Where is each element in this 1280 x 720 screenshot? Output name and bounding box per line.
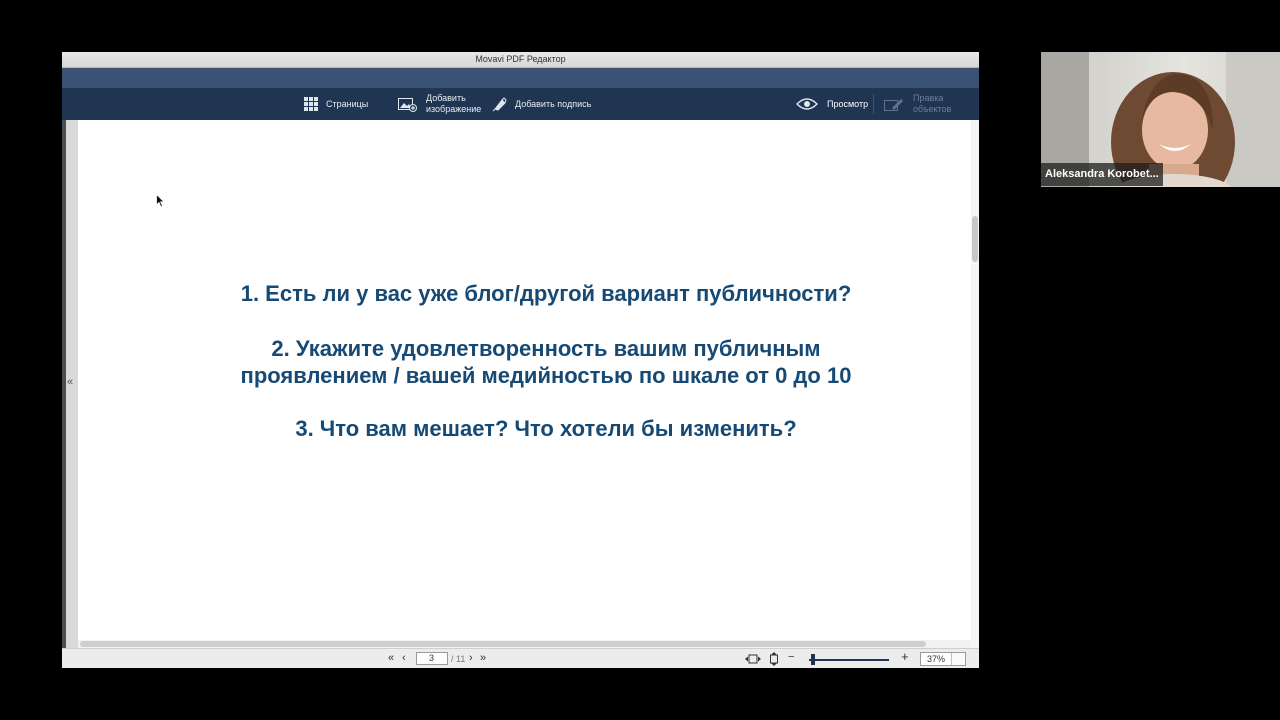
question-2-line-1: 2. Укажите удовлетворенность вашим публи… — [271, 336, 821, 361]
pdf-editor-window: Movavi PDF Редактор Страницы Добавить из… — [62, 52, 979, 668]
prev-page-button[interactable]: ‹ — [402, 652, 406, 664]
add-signature-label: Добавить подпись — [515, 99, 592, 109]
collapse-panel-icon[interactable]: « — [67, 376, 73, 388]
window-title: Movavi PDF Редактор — [475, 54, 566, 64]
zoom-slider-handle[interactable] — [811, 654, 815, 665]
fit-width-icon[interactable] — [745, 654, 761, 664]
view-mode-button[interactable]: Просмотр — [796, 88, 868, 120]
cursor-icon — [156, 194, 165, 208]
fit-page-icon[interactable] — [769, 652, 779, 666]
zoom-out-button[interactable]: − — [788, 651, 794, 663]
page-number-input[interactable]: 3 — [416, 652, 448, 665]
question-2-line-2: проявлением / вашей медийностью по шкале… — [240, 363, 852, 388]
view-mode-label: Просмотр — [827, 99, 869, 109]
question-3: 3. Что вам мешает? Что хотели бы изменит… — [295, 416, 797, 441]
add-image-button[interactable]: Добавить изображение — [398, 88, 481, 120]
total-pages: / 11 — [451, 654, 466, 664]
first-page-button[interactable]: « — [388, 652, 394, 664]
zoom-in-button[interactable]: + — [901, 650, 909, 663]
zoom-dropdown-button[interactable] — [951, 653, 965, 665]
grid-icon — [304, 97, 318, 111]
participant-video-tile: Aleksandra Korobet... — [1041, 52, 1280, 187]
edit-objects-icon — [884, 98, 903, 111]
edit-objects-label: Правка объектов — [913, 93, 952, 114]
add-signature-button[interactable]: Добавить подпись — [492, 88, 591, 120]
zoom-slider[interactable] — [809, 659, 889, 661]
title-bar: Movavi PDF Редактор — [62, 52, 979, 68]
pen-icon — [492, 96, 507, 111]
toolbar: Страницы Добавить изображение Добавить п… — [62, 88, 979, 120]
participant-name: Aleksandra Korobet... — [1041, 163, 1163, 186]
vertical-scrollbar[interactable] — [971, 120, 979, 648]
status-bar: « ‹ 3 / 11 › » − + 37% — [62, 648, 979, 668]
eye-icon — [796, 98, 818, 110]
top-strip — [62, 68, 979, 88]
add-image-label: Добавить изображение — [426, 93, 482, 114]
next-page-button[interactable]: › — [469, 652, 473, 664]
toolbar-separator — [873, 94, 874, 114]
vertical-scrollbar-thumb[interactable] — [972, 216, 978, 262]
horizontal-scrollbar-thumb[interactable] — [80, 641, 926, 647]
question-1: 1. Есть ли у вас уже блог/другой вариант… — [240, 281, 852, 306]
pages-button[interactable]: Страницы — [304, 88, 368, 120]
add-image-icon — [398, 97, 417, 112]
last-page-button[interactable]: » — [480, 652, 486, 664]
edit-objects-button[interactable]: Правка объектов — [884, 88, 951, 120]
pages-label: Страницы — [326, 99, 369, 109]
document-view[interactable]: « 1. Есть ли у вас уже блог/другой вариа… — [62, 120, 979, 648]
